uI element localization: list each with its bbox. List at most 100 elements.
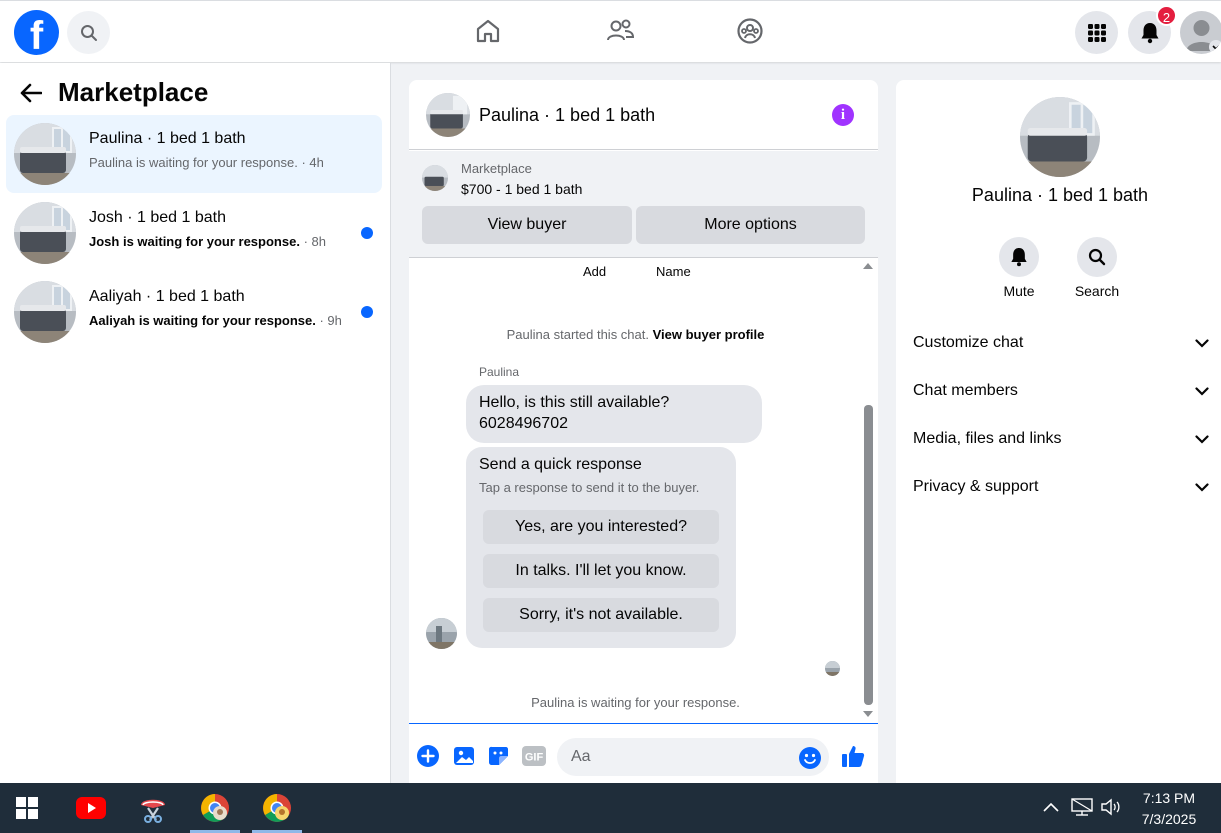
privacy-support-row[interactable]: Privacy & support (913, 467, 1209, 507)
conversation-item[interactable]: Josh · 1 bed 1 bath Josh is waiting for … (6, 194, 382, 272)
emoji-icon[interactable] (798, 746, 822, 770)
top-bar: f 2 (0, 0, 1221, 62)
waiting-notice: Paulina is waiting for your response. (531, 695, 740, 710)
chat-panel: Paulina · 1 bed 1 bath i Marketplace $70… (409, 80, 878, 783)
add-label[interactable]: Add (583, 264, 606, 279)
conversation-item[interactable]: Aaliyah · 1 bed 1 bath Aaliyah is waitin… (6, 273, 382, 351)
quick-response-sorry-button[interactable]: Sorry, it's not available. (483, 598, 719, 632)
chat-started-notice: Paulina started this chat. View buyer pr… (506, 327, 765, 342)
search-icon (80, 24, 97, 41)
more-options-button[interactable]: More options (636, 206, 865, 244)
quick-response-in-talks-button[interactable]: In talks. I'll let you know. (483, 554, 719, 588)
message-text-line2[interactable]: 6028496702 (479, 415, 568, 433)
sender-avatar[interactable] (426, 618, 457, 649)
groups-icon[interactable] (734, 15, 766, 47)
chat-header: Paulina · 1 bed 1 bath i (409, 80, 878, 150)
sticker-icon[interactable] (486, 744, 510, 768)
photo-icon[interactable] (452, 744, 476, 768)
windows-taskbar: 7:13 PM 7/3/2025 (0, 783, 1221, 833)
info-icon[interactable]: i (832, 104, 854, 126)
quick-response-subtitle: Tap a response to send it to the buyer. (479, 480, 700, 495)
bell-icon (1141, 22, 1158, 43)
conversation-title: Aaliyah · 1 bed 1 bath (89, 288, 245, 305)
media-files-links-row[interactable]: Media, files and links (913, 419, 1209, 459)
search-conversation-button[interactable]: Search (1057, 237, 1137, 299)
snipping-tool-taskbar-app[interactable] (128, 783, 178, 833)
plus-icon[interactable] (416, 744, 440, 768)
gif-icon[interactable]: GIF (521, 744, 547, 768)
read-receipt-avatar (825, 661, 840, 676)
chat-avatar[interactable] (426, 93, 470, 137)
youtube-icon (76, 797, 106, 819)
account-avatar[interactable] (1180, 11, 1221, 54)
message-composer: GIF (409, 723, 878, 783)
windows-start-button[interactable] (2, 783, 52, 833)
listing-category: Marketplace (461, 161, 532, 176)
like-thumb-icon[interactable] (841, 744, 865, 768)
message-bubble[interactable]: Hello, is this still available? 60284967… (466, 385, 762, 443)
unread-dot (361, 306, 373, 318)
section-label: Customize chat (913, 334, 1024, 351)
view-buyer-profile-link[interactable]: View buyer profile (653, 327, 765, 342)
facebook-logo[interactable]: f (14, 10, 59, 55)
page-title: Marketplace (58, 77, 209, 107)
youtube-taskbar-app[interactable] (66, 783, 116, 833)
listing-thumbnail (14, 281, 76, 343)
conversation-title: Josh · 1 bed 1 bath (89, 209, 226, 226)
chrome-icon (263, 794, 291, 822)
conversation-item[interactable]: Paulina · 1 bed 1 bath Paulina is waitin… (6, 115, 382, 193)
home-icon[interactable] (472, 15, 504, 47)
message-input[interactable] (557, 738, 829, 776)
windows-logo-icon (16, 797, 38, 819)
network-icon[interactable] (1071, 797, 1093, 822)
quick-response-card: Send a quick response Tap a response to … (466, 447, 736, 648)
tray-overflow-chevron-icon[interactable] (1042, 800, 1060, 818)
listing-summary: Marketplace $700 - 1 bed 1 bath View buy… (409, 151, 878, 258)
chrome-icon (201, 794, 229, 822)
chat-title[interactable]: Paulina · 1 bed 1 bath (479, 105, 655, 126)
scroll-down-arrow[interactable] (863, 711, 873, 717)
customize-chat-row[interactable]: Customize chat (913, 323, 1209, 363)
details-avatar[interactable] (1020, 97, 1100, 177)
listing-thumbnail (14, 202, 76, 264)
listing-thumbnail[interactable] (422, 165, 448, 191)
section-label: Privacy & support (913, 478, 1039, 495)
volume-icon[interactable] (1100, 798, 1122, 821)
name-label[interactable]: Name (656, 264, 691, 279)
message-area[interactable]: Add Name Paulina started this chat. View… (409, 259, 878, 724)
search-icon (1088, 248, 1106, 266)
quick-response-title: Send a quick response (479, 456, 642, 473)
friends-icon[interactable] (604, 15, 636, 47)
chrome-taskbar-app[interactable] (190, 783, 240, 833)
listing-price-title[interactable]: $700 - 1 bed 1 bath (461, 181, 582, 197)
system-clock[interactable]: 7:13 PM 7/3/2025 (1128, 788, 1210, 830)
chrome-profile-taskbar-app[interactable] (252, 783, 302, 833)
scroll-up-arrow[interactable] (863, 263, 873, 269)
back-arrow-icon[interactable] (20, 83, 42, 103)
conversation-preview: Aaliyah is waiting for your response. · … (89, 313, 342, 328)
clock-date: 7/3/2025 (1141, 811, 1197, 827)
chat-details-panel: Paulina · 1 bed 1 bath Mute Search Custo… (896, 80, 1221, 783)
section-label: Chat members (913, 382, 1018, 399)
chevron-down-icon (1195, 386, 1209, 396)
sender-name: Paulina (479, 365, 520, 379)
conversation-list-panel: Marketplace Paulina · 1 bed 1 bath Pauli… (0, 63, 391, 783)
search-button[interactable] (67, 11, 110, 54)
view-buyer-button[interactable]: View buyer (422, 206, 632, 244)
scroll-thumb[interactable] (864, 405, 873, 705)
chat-members-row[interactable]: Chat members (913, 371, 1209, 411)
menu-grid-icon (1087, 23, 1106, 42)
section-label: Media, files and links (913, 430, 1062, 447)
quick-response-yes-button[interactable]: Yes, are you interested? (483, 510, 719, 544)
listing-thumbnail (14, 123, 76, 185)
svg-text:GIF: GIF (525, 752, 544, 764)
unread-dot (361, 227, 373, 239)
conversation-preview: Josh is waiting for your response. · 8h (89, 234, 326, 249)
message-text-line1: Hello, is this still available? (479, 394, 670, 411)
message-scrollbar[interactable] (862, 259, 874, 724)
conversation-preview: Paulina is waiting for your response. · … (89, 155, 324, 170)
search-label: Search (1074, 283, 1120, 299)
chevron-down-icon (1195, 482, 1209, 492)
menu-grid-button[interactable] (1075, 11, 1118, 54)
mute-button[interactable]: Mute (979, 237, 1059, 299)
